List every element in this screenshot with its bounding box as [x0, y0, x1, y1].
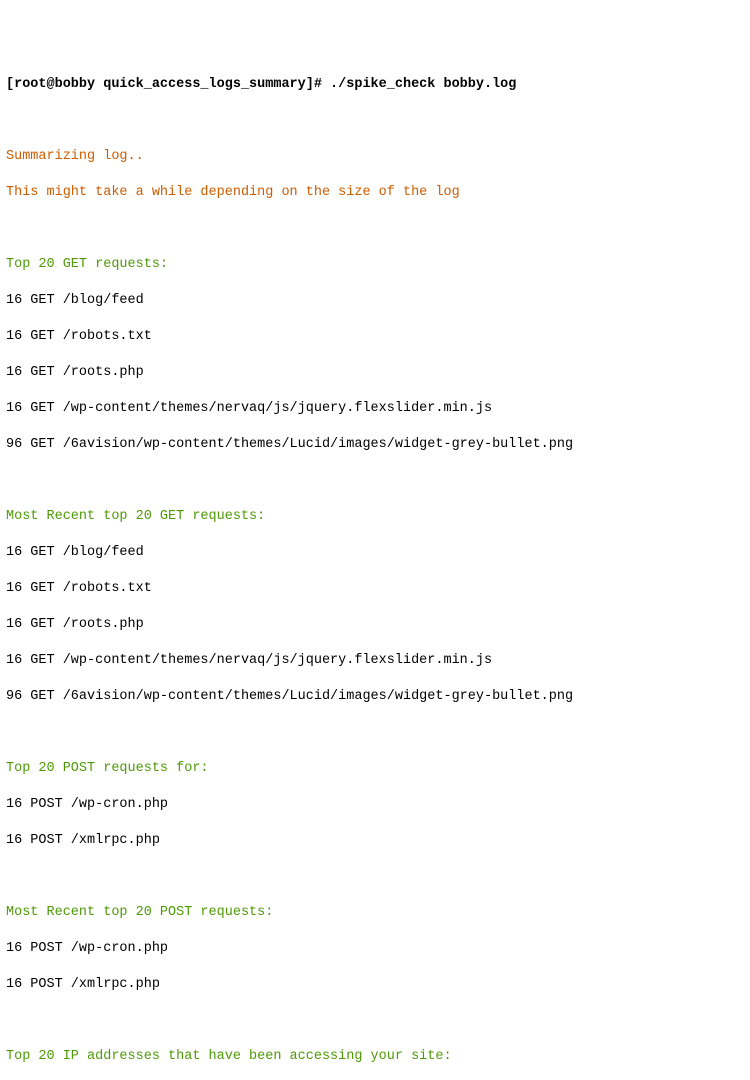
blank-line	[6, 1012, 744, 1030]
log-line: 16 GET /wp-content/themes/nervaq/js/jque…	[6, 652, 744, 670]
log-line: 16 GET /roots.php	[6, 364, 744, 382]
blank-line	[6, 472, 744, 490]
log-line: 16 POST /xmlrpc.php	[6, 976, 744, 994]
summary-line-2: This might take a while depending on the…	[6, 184, 744, 202]
log-line: 96 GET /6avision/wp-content/themes/Lucid…	[6, 436, 744, 454]
blank-line	[6, 724, 744, 742]
section-header-recent-get: Most Recent top 20 GET requests:	[6, 508, 744, 526]
log-line: 16 POST /xmlrpc.php	[6, 832, 744, 850]
shell-prompt: [root@bobby quick_access_logs_summary]# …	[6, 76, 744, 94]
section-header-recent-post: Most Recent top 20 POST requests:	[6, 904, 744, 922]
blank-line	[6, 112, 744, 130]
section-header-top-ip: Top 20 IP addresses that have been acces…	[6, 1048, 744, 1066]
log-line: 16 GET /wp-content/themes/nervaq/js/jque…	[6, 400, 744, 418]
section-header-top-get: Top 20 GET requests:	[6, 256, 744, 274]
log-line: 16 GET /blog/feed	[6, 292, 744, 310]
log-line: 16 GET /robots.txt	[6, 328, 744, 346]
blank-line	[6, 868, 744, 886]
section-header-top-post: Top 20 POST requests for:	[6, 760, 744, 778]
log-line: 16 GET /roots.php	[6, 616, 744, 634]
summary-line-1: Summarizing log..	[6, 148, 744, 166]
log-line: 16 GET /blog/feed	[6, 544, 744, 562]
log-line: 96 GET /6avision/wp-content/themes/Lucid…	[6, 688, 744, 706]
log-line: 16 POST /wp-cron.php	[6, 940, 744, 958]
blank-line	[6, 220, 744, 238]
log-line: 16 POST /wp-cron.php	[6, 796, 744, 814]
log-line: 16 GET /robots.txt	[6, 580, 744, 598]
